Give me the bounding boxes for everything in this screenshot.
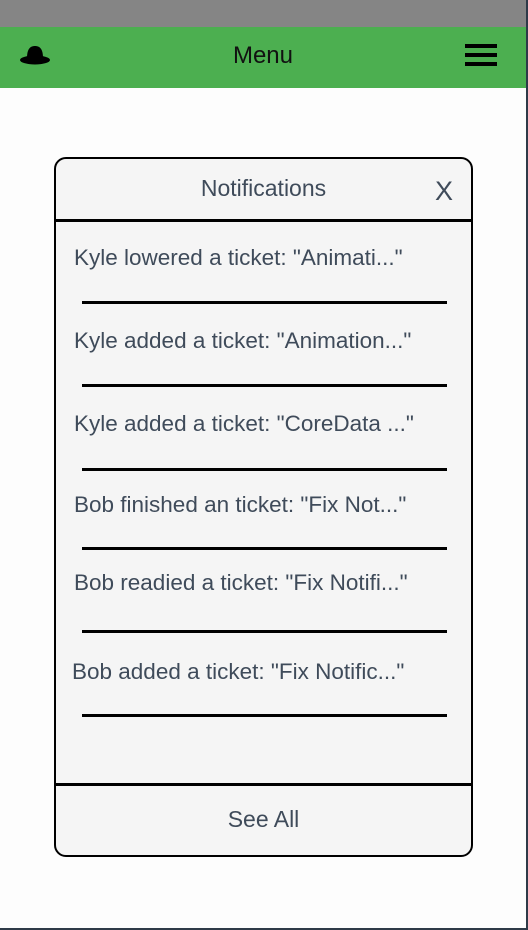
navbar: Menu [0,27,526,88]
divider [82,384,447,387]
notification-text: Bob added a ticket: "Fix Notific..." [72,659,405,684]
notifications-panel: Notifications X Kyle lowered a ticket: "… [54,157,473,857]
status-bar [0,0,526,27]
close-button[interactable]: X [435,176,453,207]
divider [82,714,447,717]
notification-text: Kyle added a ticket: "Animation..." [74,328,412,353]
nav-title: Menu [232,42,294,69]
notifications-footer: See All [56,783,471,858]
notification-text: Bob finished an ticket: "Fix Not..." [74,492,407,517]
divider [82,547,447,550]
notification-text: Kyle lowered a ticket: "Animati..." [74,245,403,270]
notifications-header: Notifications X [56,159,471,222]
divider [82,301,447,304]
notification-text: Kyle added a ticket: "CoreData ..." [74,411,414,436]
notification-text: Bob readied a ticket: "Fix Notifi..." [74,570,408,595]
notifications-title: Notifications [200,175,327,201]
divider [82,630,447,633]
divider [82,468,447,471]
see-all-button[interactable]: See All [56,806,471,833]
hamburger-menu-icon[interactable] [465,44,497,71]
